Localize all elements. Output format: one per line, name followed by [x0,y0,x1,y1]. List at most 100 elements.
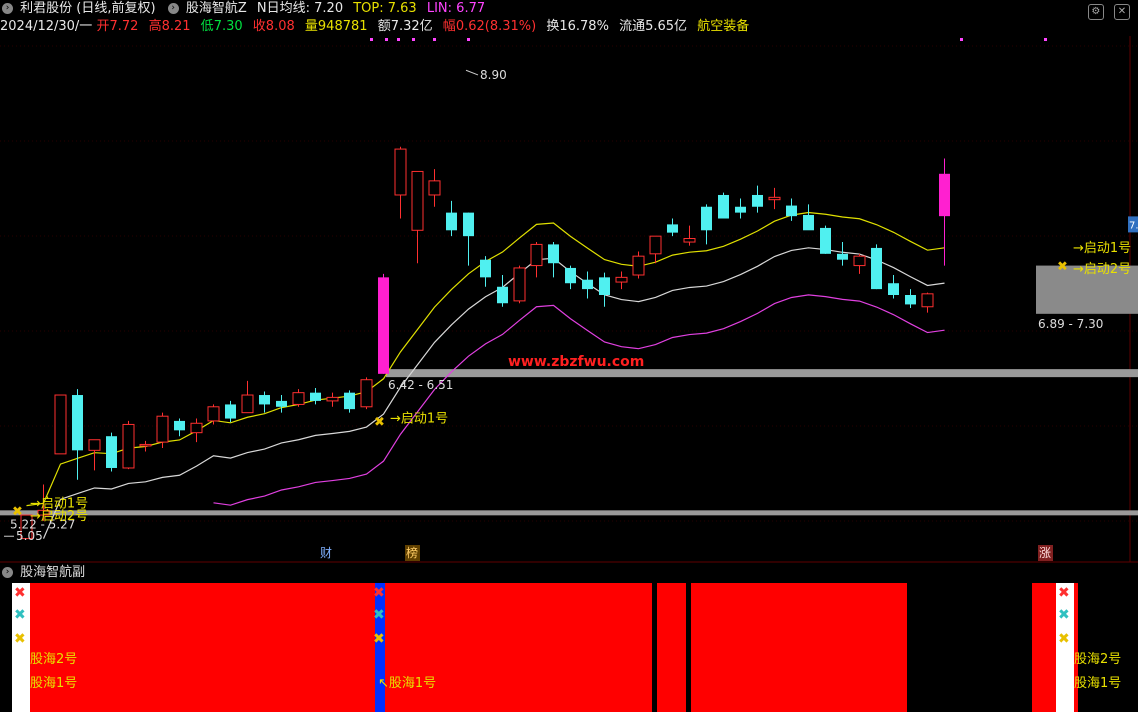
collapse-sub-icon[interactable]: › [2,567,13,578]
butterfly-icon: ✖ [1057,260,1068,275]
candle-body [683,238,696,243]
high-label: 高 [148,19,162,34]
candle-body [497,286,508,304]
amount-label: 额 [377,19,391,34]
open-value: 7.72 [109,19,139,34]
butterfly-icon: ✖ [373,585,385,601]
butterfly-icon: ✖ [374,415,385,430]
high-price-label: 8.90 [480,68,507,82]
volume-value: 948781 [317,19,368,34]
start2-label-left: →启动2号 [30,509,88,524]
turnover-value: 16.78% [559,19,609,34]
zhang-marker: 涨 [1039,545,1051,560]
signal-dot [397,38,400,41]
candle-body [803,214,814,231]
candle-body [786,205,797,217]
candle-body [156,415,169,443]
candle-body [411,170,424,231]
butterfly-icon: ✖ [14,585,26,601]
date-label: 2024/12/30/一 [0,19,93,34]
candle-body [820,227,831,254]
candle-body [905,295,916,305]
start2-label-right: →启动2号 [1073,262,1131,277]
amount-value: 7.32亿 [390,19,433,34]
ma-label: N日均线: 7.20 [256,1,344,16]
period-label: (日线,前复权) [76,1,156,16]
sub-red-block [657,583,686,712]
candle-body [54,394,67,455]
candle-body [565,267,576,284]
candle-body [428,180,441,196]
candle-body [292,392,305,405]
candle-body [530,243,543,267]
sub-title: 股海智航副 [20,565,86,580]
candle-body [513,267,526,302]
candlestick-chart[interactable]: 8.905.056.42 - 6.516.89 - 7.305.22 - 5.2… [0,36,1138,563]
candle-body [921,293,934,308]
candle-body [106,436,117,468]
sub-label-gh1-right: 股海1号 [1074,676,1121,691]
sub-white-bar [1056,583,1074,712]
ma-line-white [42,247,945,539]
zone2-label: 6.89 - 7.30 [1038,317,1103,331]
zone-bar-1 [386,369,1138,378]
change-value: 0.62(8.31%) [455,19,537,34]
signal-dot [467,38,470,41]
low-value: 7.30 [213,19,243,34]
sub-red-block [1074,583,1078,712]
start1-label-right: →启动1号 [1073,241,1131,256]
candle-body [718,194,729,219]
low-label: 低 [200,19,214,34]
cai-marker: 财 [320,546,332,560]
candle-body [853,255,866,267]
signal-dot [385,38,388,41]
signal-dot [433,38,436,41]
turnover-label: 换 [546,19,560,34]
collapse-icon[interactable]: › [2,3,13,14]
sub-bars: ✖ ✖ ✖ ✖ ✖ ✖ ✖ ✖ ✖ 股海2号股海1号 ↖股海1号 股海2号股海1号 [12,583,1121,712]
sub-label-gh1-mid: ↖股海1号 [378,676,436,691]
candle-body [939,173,950,217]
sub-red-block [30,583,375,712]
watermark: www.zbzfwu.com [508,354,644,370]
high-value: 8.21 [161,19,191,34]
sub-red-block [385,583,652,712]
candles [20,146,950,540]
butterfly-icon: ✖ [14,631,26,647]
top-label: TOP: 7.63 [353,1,417,16]
close-label: 收 [252,19,266,34]
candle-body [276,400,287,407]
lin-label: LIN: 6.77 [426,1,486,16]
candle-body [259,395,270,405]
ma-line-magenta [213,294,945,506]
candle-body [615,276,628,283]
candle-body [752,194,763,207]
butterfly-icon: ✖ [373,607,385,623]
signal-dot [370,38,373,41]
butterfly-icon: ✖ [373,631,385,647]
close-value: 8.08 [265,19,295,34]
candle-body [394,148,407,196]
candle-body [122,423,135,469]
candle-body [599,277,610,295]
signal-dot [960,38,963,41]
sub-blue-bar [375,583,385,712]
right-price-label: 7. [1129,220,1138,231]
butterfly-icon: ✖ [12,504,23,519]
header-row-1: › 利君股份 (日线,前复权) › 股海智航Z N日均线: 7.20 TOP: … [0,0,1138,20]
candle-body [548,244,559,264]
candle-body [190,422,203,434]
sub-red-block [691,583,907,712]
annotations: 8.905.056.42 - 6.516.89 - 7.305.22 - 5.2… [4,38,1138,561]
sub-indicator-chart[interactable]: ✖ ✖ ✖ ✖ ✖ ✖ ✖ ✖ ✖ 股海2号股海1号 ↖股海1号 股海2号股海1号 [0,583,1138,712]
candle-body [446,212,457,231]
candle-body [768,196,781,201]
signal-dot [1044,38,1047,41]
indicator-toggle-icon[interactable]: › [167,3,179,14]
zone1-label: 6.42 - 6.51 [388,378,453,392]
signal-dot [412,38,415,41]
butterfly-icon: ✖ [14,607,26,623]
butterfly-icon: ✖ [1058,631,1070,647]
candle-body [326,396,339,402]
candle-body [735,206,746,213]
